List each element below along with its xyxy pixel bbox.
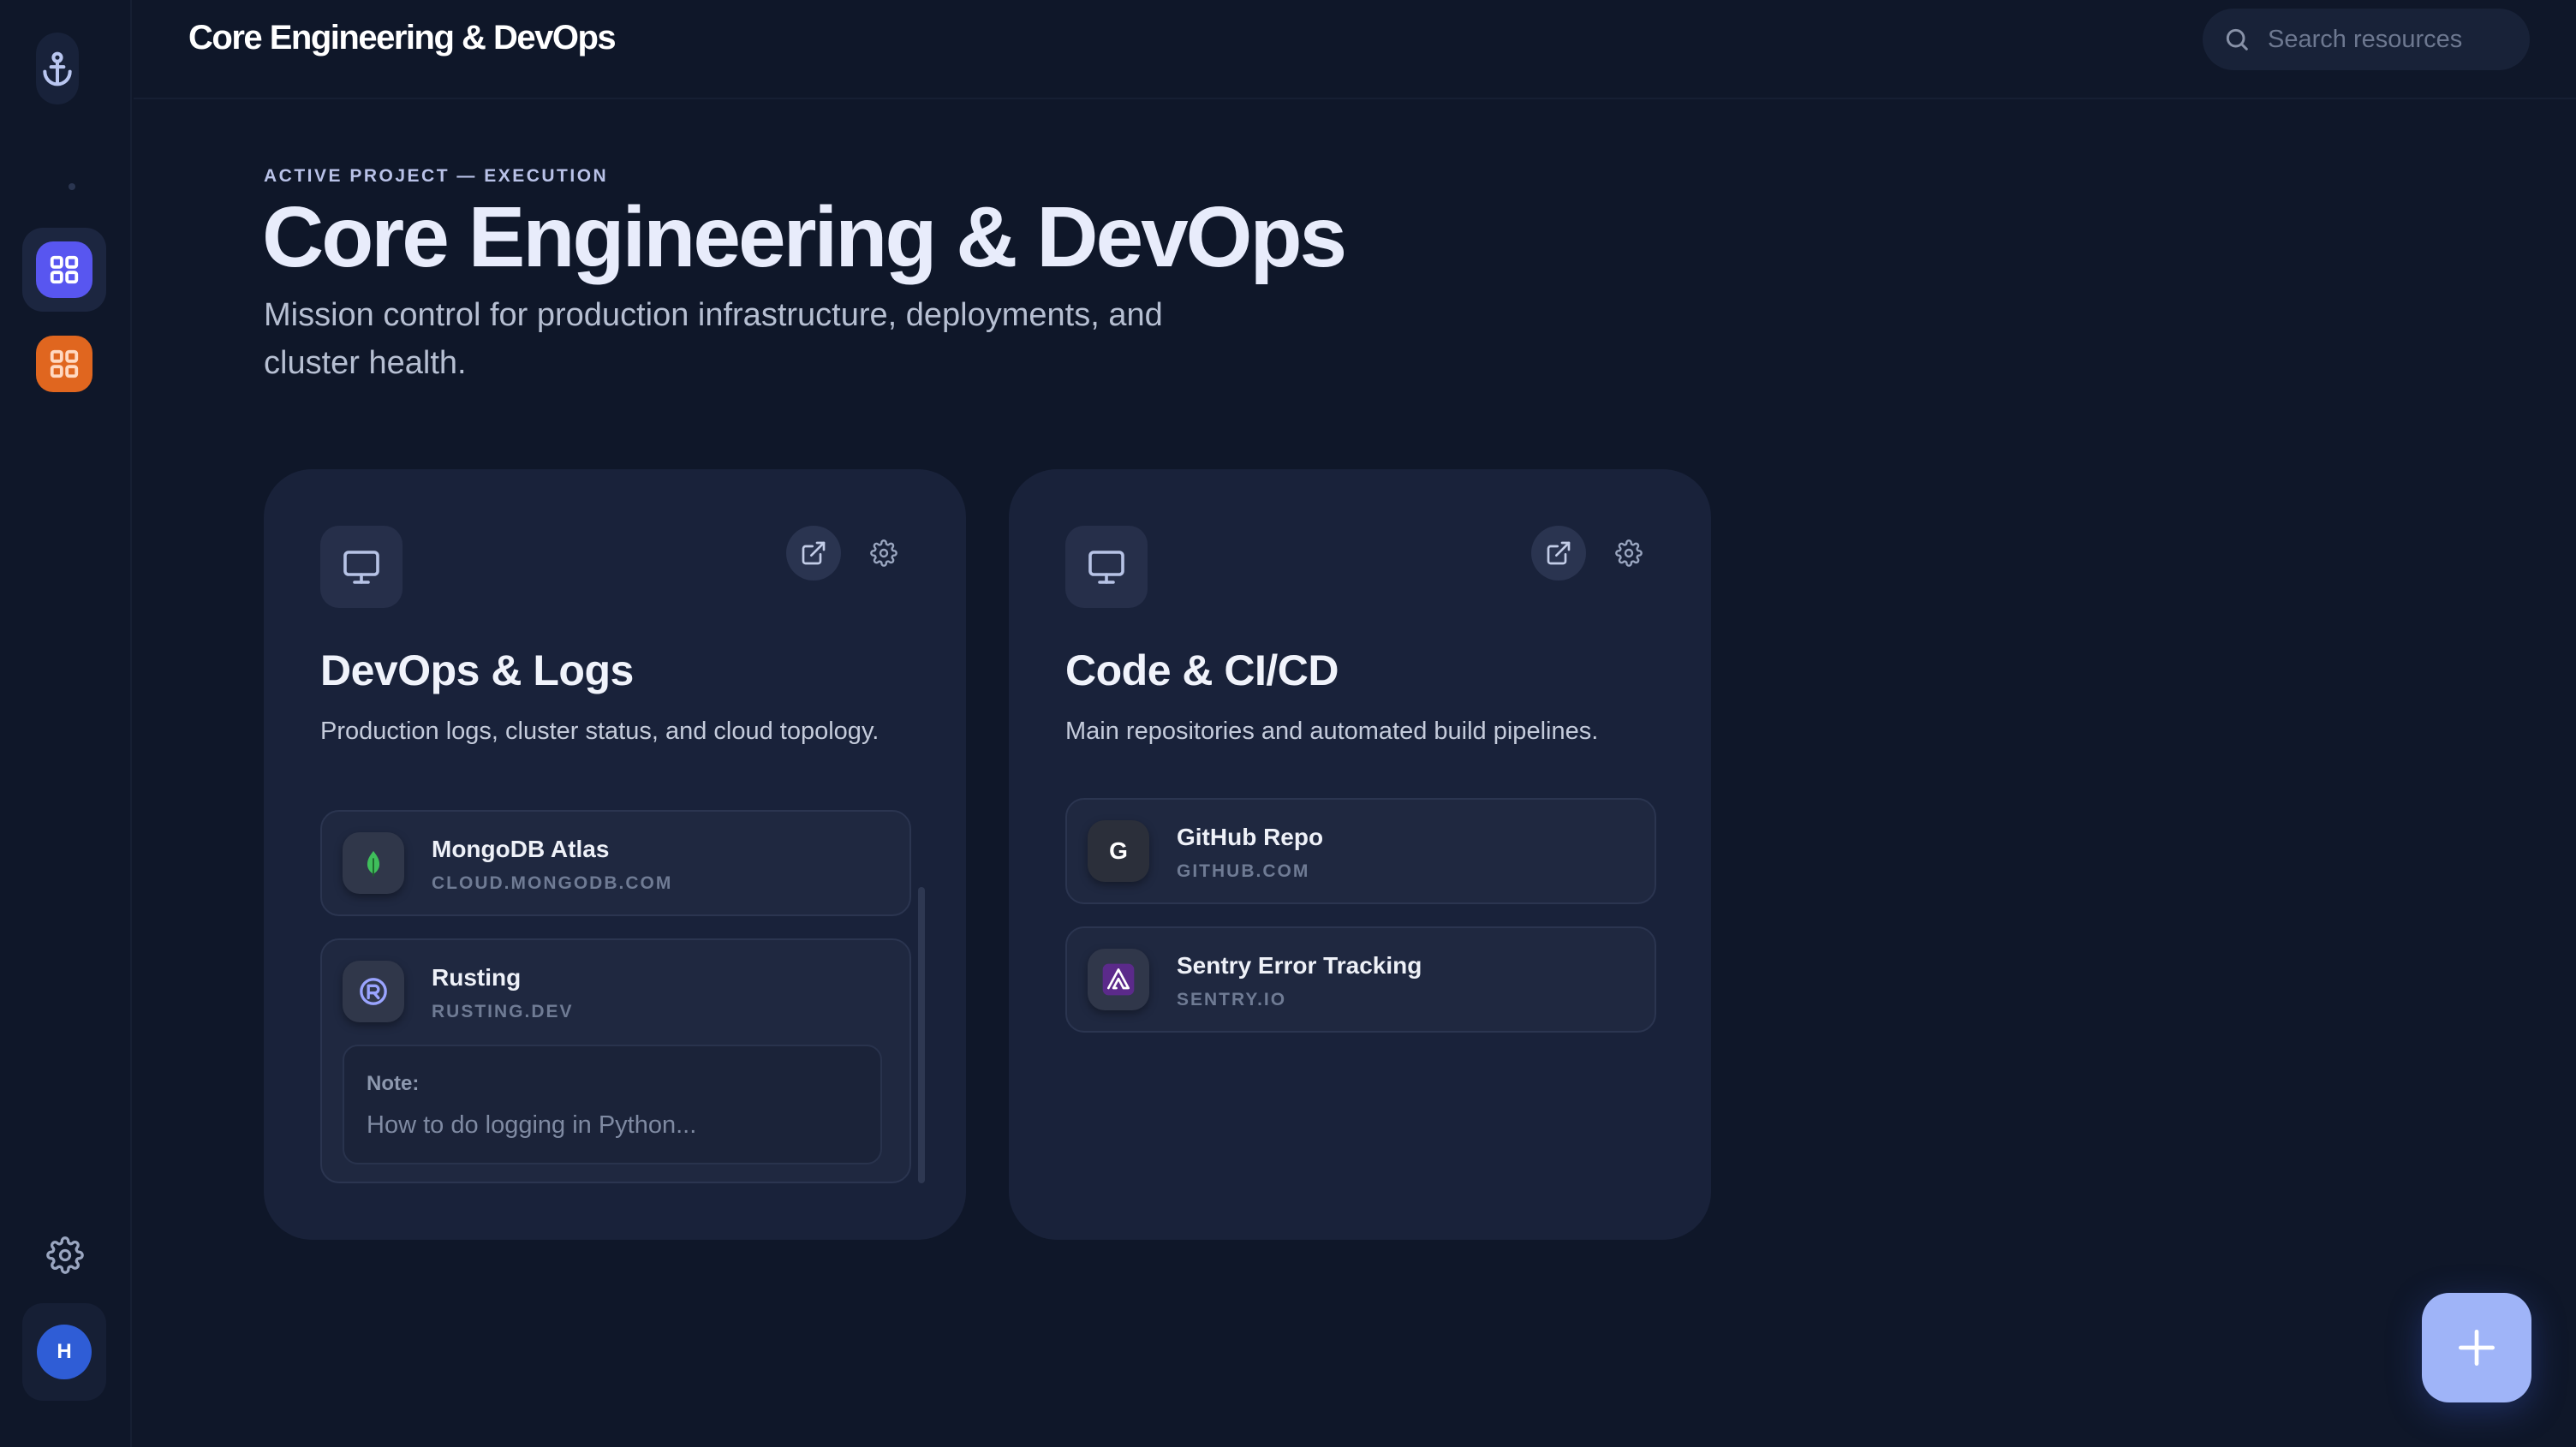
logo-button[interactable] xyxy=(36,33,79,104)
card-code-cicd: Code & CI/CD Main repositories and autom… xyxy=(1009,469,1711,1240)
resource-name: Rusting xyxy=(432,964,522,991)
card-icon xyxy=(1065,526,1148,608)
note-text: How to do logging in Python... xyxy=(367,1111,697,1139)
card-description: Main repositories and automated build pi… xyxy=(1065,718,1599,745)
gear-icon xyxy=(870,539,897,567)
settings-button[interactable] xyxy=(43,1233,87,1277)
resource-icon: G xyxy=(1088,820,1149,882)
card-settings-button[interactable] xyxy=(1601,526,1656,581)
card-scrollbar[interactable] xyxy=(918,887,925,1183)
sidebar-app-active-ring xyxy=(22,228,106,312)
open-external-button[interactable] xyxy=(1531,526,1586,581)
top-bar-title: Core Engineering & DevOps xyxy=(188,19,617,57)
resource-icon xyxy=(343,961,404,1022)
sentry-icon xyxy=(1102,963,1135,996)
rust-icon xyxy=(360,978,387,1005)
avatar: H xyxy=(37,1325,92,1379)
grid-icon xyxy=(50,255,79,284)
search-input[interactable] xyxy=(2268,25,2465,54)
sidebar-app-indigo[interactable] xyxy=(36,241,92,298)
sidebar-divider-dot xyxy=(69,183,75,190)
resource-rusting[interactable]: Rusting RUSTING.DEV Note: How to do logg… xyxy=(320,938,911,1183)
resource-icon xyxy=(1088,949,1149,1010)
external-link-icon xyxy=(802,541,826,565)
top-bar: Core Engineering & DevOps xyxy=(134,0,2576,99)
search-box[interactable] xyxy=(2203,9,2530,70)
card-title: DevOps & Logs xyxy=(320,646,634,694)
external-link-icon xyxy=(1547,541,1571,565)
monitor-icon xyxy=(1088,551,1124,584)
resource-url: RUSTING.DEV xyxy=(432,1002,574,1021)
note-label: Note: xyxy=(367,1072,420,1095)
resource-name: MongoDB Atlas xyxy=(432,836,610,862)
resource-sentry[interactable]: Sentry Error Tracking SENTRY.IO xyxy=(1065,926,1656,1033)
resource-url: SENTRY.IO xyxy=(1177,990,1287,1009)
user-menu[interactable]: H xyxy=(22,1303,106,1401)
mongodb-leaf-icon xyxy=(367,850,380,877)
resource-url: CLOUD.MONGODB.COM xyxy=(432,873,673,893)
resource-note[interactable]: Note: How to do logging in Python... xyxy=(343,1045,882,1164)
github-g-icon: G xyxy=(1109,837,1128,864)
resource-url: GITHUB.COM xyxy=(1177,861,1310,881)
anchor-icon xyxy=(43,51,72,86)
resource-icon xyxy=(343,832,404,894)
sidebar-app-orange[interactable] xyxy=(36,336,92,392)
card-icon xyxy=(320,526,402,608)
card-settings-button[interactable] xyxy=(856,526,911,581)
resource-mongodb-atlas[interactable]: MongoDB Atlas CLOUD.MONGODB.COM xyxy=(320,810,911,916)
grid-icon xyxy=(50,349,79,378)
resource-name: Sentry Error Tracking xyxy=(1177,952,1422,979)
monitor-icon xyxy=(343,551,379,584)
card-devops-logs: DevOps & Logs Production logs, cluster s… xyxy=(264,469,966,1240)
resource-github-repo[interactable]: G GitHub Repo GITHUB.COM xyxy=(1065,798,1656,904)
gear-icon xyxy=(1615,539,1643,567)
card-title: Code & CI/CD xyxy=(1065,646,1339,694)
plus-icon xyxy=(2459,1330,2495,1366)
resource-name: GitHub Repo xyxy=(1177,824,1324,850)
page-title: Core Engineering & DevOps xyxy=(262,189,1347,285)
card-description: Production logs, cluster status, and clo… xyxy=(320,718,880,745)
gear-icon xyxy=(46,1236,84,1274)
search-icon xyxy=(2226,28,2248,51)
page-subtitle: Mission control for production infrastru… xyxy=(264,297,1163,381)
add-button[interactable] xyxy=(2422,1293,2531,1402)
project-eyebrow: ACTIVE PROJECT — EXECUTION xyxy=(264,166,609,186)
sidebar: H xyxy=(0,0,132,1447)
open-external-button[interactable] xyxy=(786,526,841,581)
